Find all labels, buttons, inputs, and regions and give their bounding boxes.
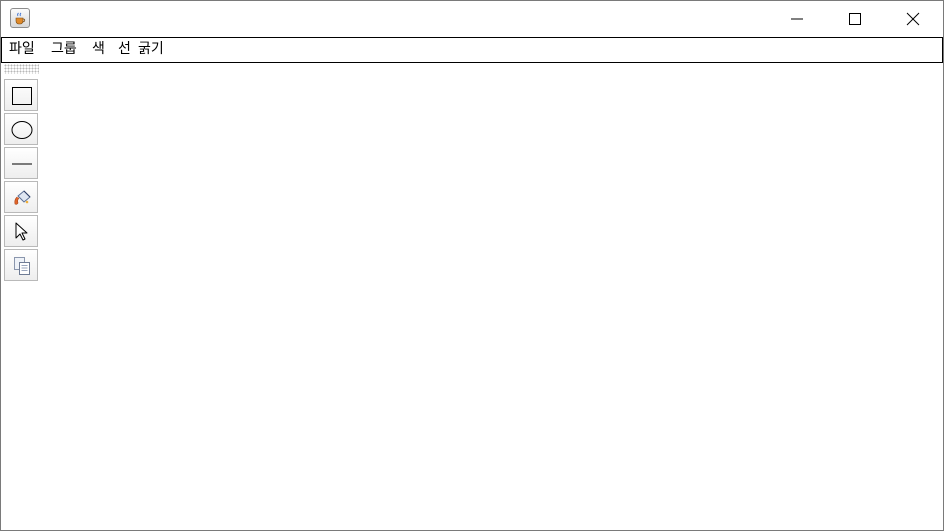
tool-bar [2,63,42,285]
toolbar-drag-handle[interactable] [4,64,39,74]
copy-tool-button[interactable] [4,249,38,281]
menu-thickness[interactable]: 굵기 [138,41,164,59]
close-button[interactable] [884,1,942,37]
menu-file[interactable]: 파일 [9,41,35,59]
minimize-icon [791,18,803,20]
menu-bar: 파일 그룹 색 선 굵기 [1,37,943,63]
paint-bucket-icon [14,190,31,205]
fill-tool-button[interactable] [4,181,38,213]
ellipse-tool-button[interactable] [4,113,38,145]
minimize-button[interactable] [768,1,826,37]
rectangle-tool-button[interactable] [4,79,38,111]
menu-line[interactable]: 선 [118,41,131,59]
maximize-button[interactable] [826,1,884,37]
select-tool-button[interactable] [4,215,38,247]
copy-icon [14,257,30,275]
app-window: 파일 그룹 색 선 굵기 [0,0,944,531]
select-arrow-icon [15,222,28,241]
java-coffee-cup-icon[interactable] [10,8,30,28]
ellipse-icon [11,121,33,139]
close-icon [906,12,920,26]
drawing-canvas[interactable] [41,63,942,529]
maximize-icon [849,13,861,25]
menu-group[interactable]: 그룹 [51,41,77,59]
line-icon [12,163,32,165]
title-bar[interactable] [1,1,943,37]
rectangle-icon [12,87,32,105]
menu-color[interactable]: 색 [92,41,105,59]
line-tool-button[interactable] [4,147,38,179]
